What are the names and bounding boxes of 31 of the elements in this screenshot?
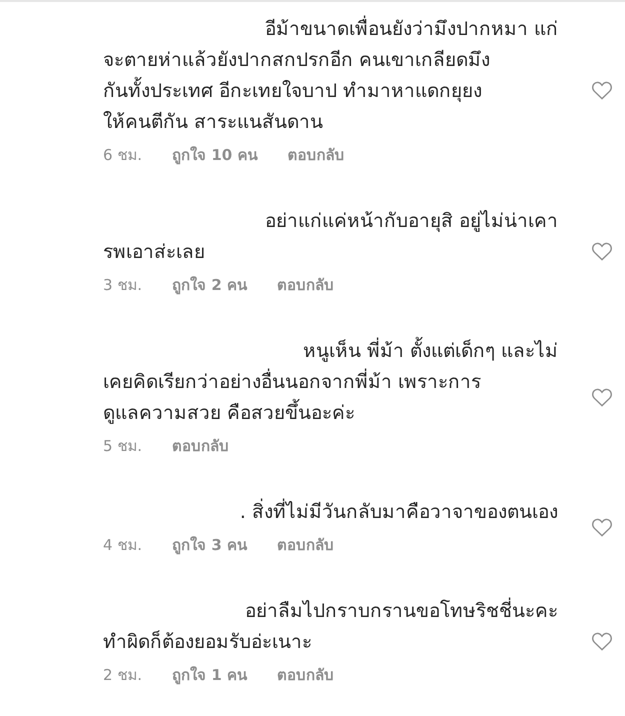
comment-text: ดูแลความสวย คือสวยขึ้นอะค่ะ: [103, 398, 558, 429]
comment-time: 3 ชม.: [103, 275, 142, 296]
heart-icon[interactable]: [591, 241, 613, 261]
comment-time: 2 ชม.: [103, 665, 142, 686]
comment-text: จะตายห่าแล้วยังปากสกปรกอีก คนเขาเกลียดมึง: [103, 48, 492, 73]
comment-text: อีม้าขนาดเพื่อนยังว่ามึงปากหมา แก่: [103, 14, 558, 45]
comment-text: . สิ่งที่ไม่มีวันกลับมาคือวาจาของตนเอง: [103, 497, 558, 528]
comment-text: เคยคิดเรียกว่าอย่างอื่นนอกจากพี่ม้า เพราะการ: [103, 367, 558, 398]
likes-count[interactable]: ถูกใจ 3 คน: [172, 534, 247, 556]
heart-icon[interactable]: [591, 631, 613, 651]
likes-count[interactable]: ถูกใจ 2 คน: [172, 274, 247, 296]
comment-text: กันทั้งประเทศ อีกะเทยใจบาป ทำมาหาแดกยุยง: [103, 76, 558, 107]
comment-time: 5 ชม.: [103, 436, 142, 457]
comment-text: ให้คนตีกัน สาระแนสันดาน: [103, 110, 324, 135]
reply-link[interactable]: ตอบกลับ: [276, 534, 334, 556]
comment-text: อย่าแก่แค่หน้ากับอายุสิ อยู่ไม่น่าเคา: [264, 209, 558, 234]
comment-text: อย่าลืมไปกราบกรานขอโทษริชชี่นะคะ: [103, 596, 558, 627]
comment-time: 4 ชม.: [103, 535, 142, 556]
reply-link[interactable]: ตอบกลับ: [276, 664, 334, 686]
reply-link[interactable]: ตอบกลับ: [172, 435, 230, 457]
reply-link[interactable]: ตอบกลับ: [276, 274, 334, 296]
comment-text: หนูเห็น พี่ม้า ตั้งแต่เด็กๆ และไม่: [103, 336, 558, 367]
reply-link[interactable]: ตอบกลับ: [287, 144, 344, 166]
likes-count[interactable]: ถูกใจ 1 คน: [172, 664, 247, 686]
comment-time: 6 ชม.: [103, 145, 142, 166]
comment-text: รพเอาส่ะเลย: [103, 240, 206, 265]
comment-text: ทำผิดก็ต้องยอมรับอ่ะเนาะ: [103, 629, 313, 655]
heart-icon[interactable]: [591, 516, 613, 536]
heart-icon[interactable]: [591, 386, 613, 406]
likes-count[interactable]: ถูกใจ 10 คน: [172, 144, 258, 166]
heart-icon[interactable]: [591, 80, 613, 100]
